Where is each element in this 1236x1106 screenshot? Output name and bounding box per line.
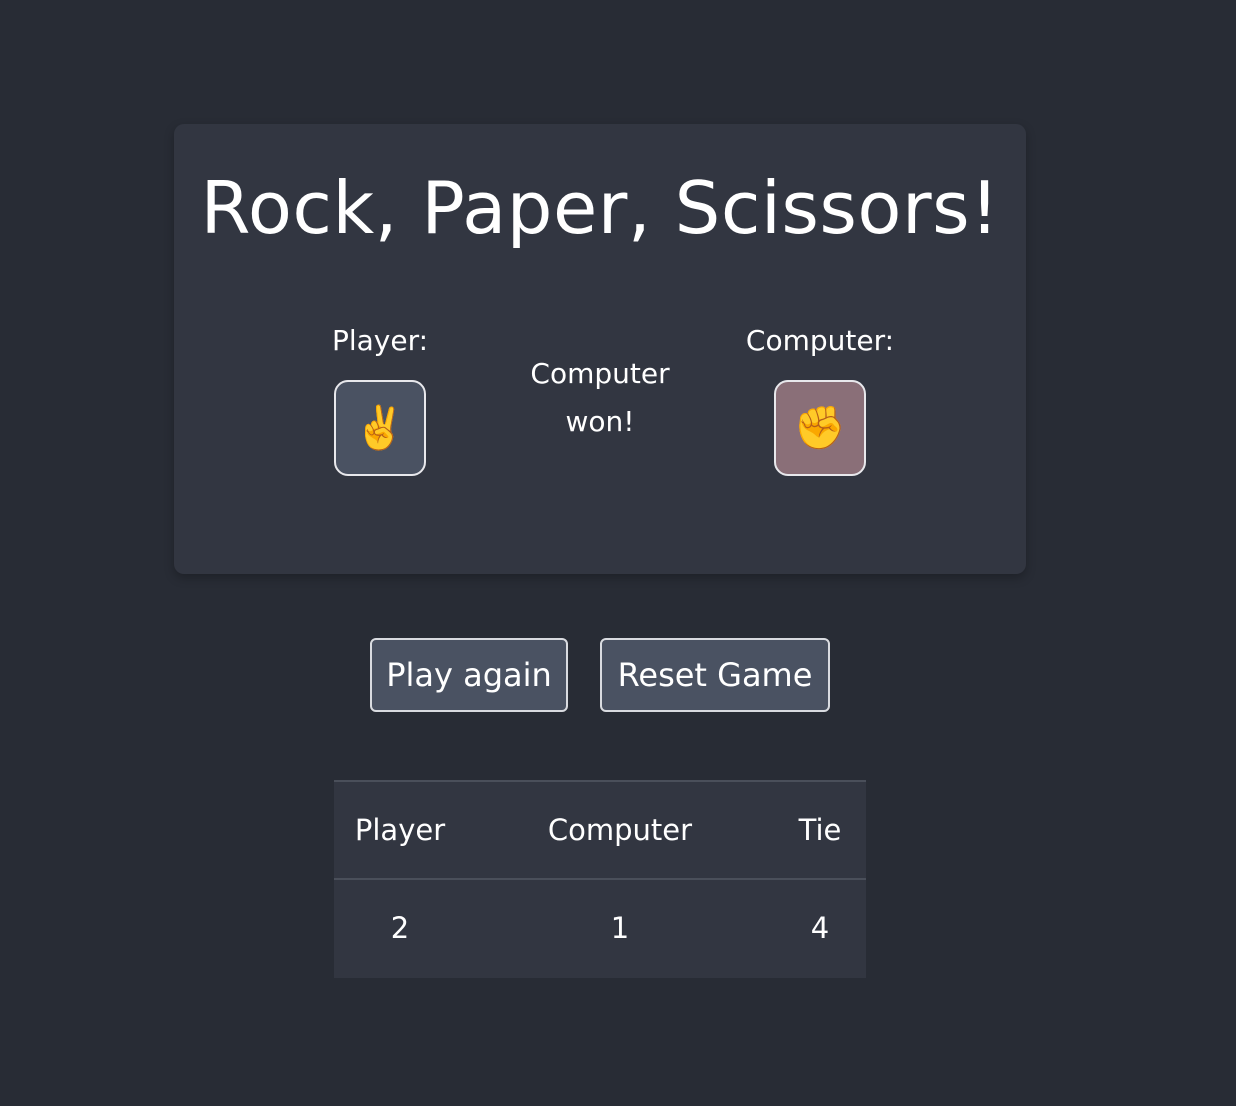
score-value-player: 2: [390, 911, 410, 945]
reset-game-button[interactable]: Reset Game: [600, 638, 830, 712]
score-header-computer: Computer: [547, 813, 693, 847]
result-message: Computer won!: [500, 350, 700, 446]
play-again-button[interactable]: Play again: [370, 638, 568, 712]
computer-choice-icon: ✊: [774, 380, 866, 476]
page-title: Rock, Paper, Scissors!: [200, 166, 1000, 250]
score-value-computer: 1: [610, 911, 630, 945]
score-value-tie: 4: [810, 911, 830, 945]
computer-label: Computer:: [745, 324, 895, 357]
player-label: Player:: [331, 324, 429, 357]
result-line-1: Computer: [530, 357, 670, 390]
score-header-tie: Tie: [798, 813, 842, 847]
player-choice-icon: ✌️: [334, 380, 426, 476]
score-header-player: Player: [354, 813, 446, 847]
score-header-row: Player Computer Tie: [334, 782, 866, 880]
result-line-2: won!: [565, 405, 635, 438]
score-table: Player Computer Tie 2 1 4: [334, 780, 866, 978]
score-value-row: 2 1 4: [334, 880, 866, 976]
